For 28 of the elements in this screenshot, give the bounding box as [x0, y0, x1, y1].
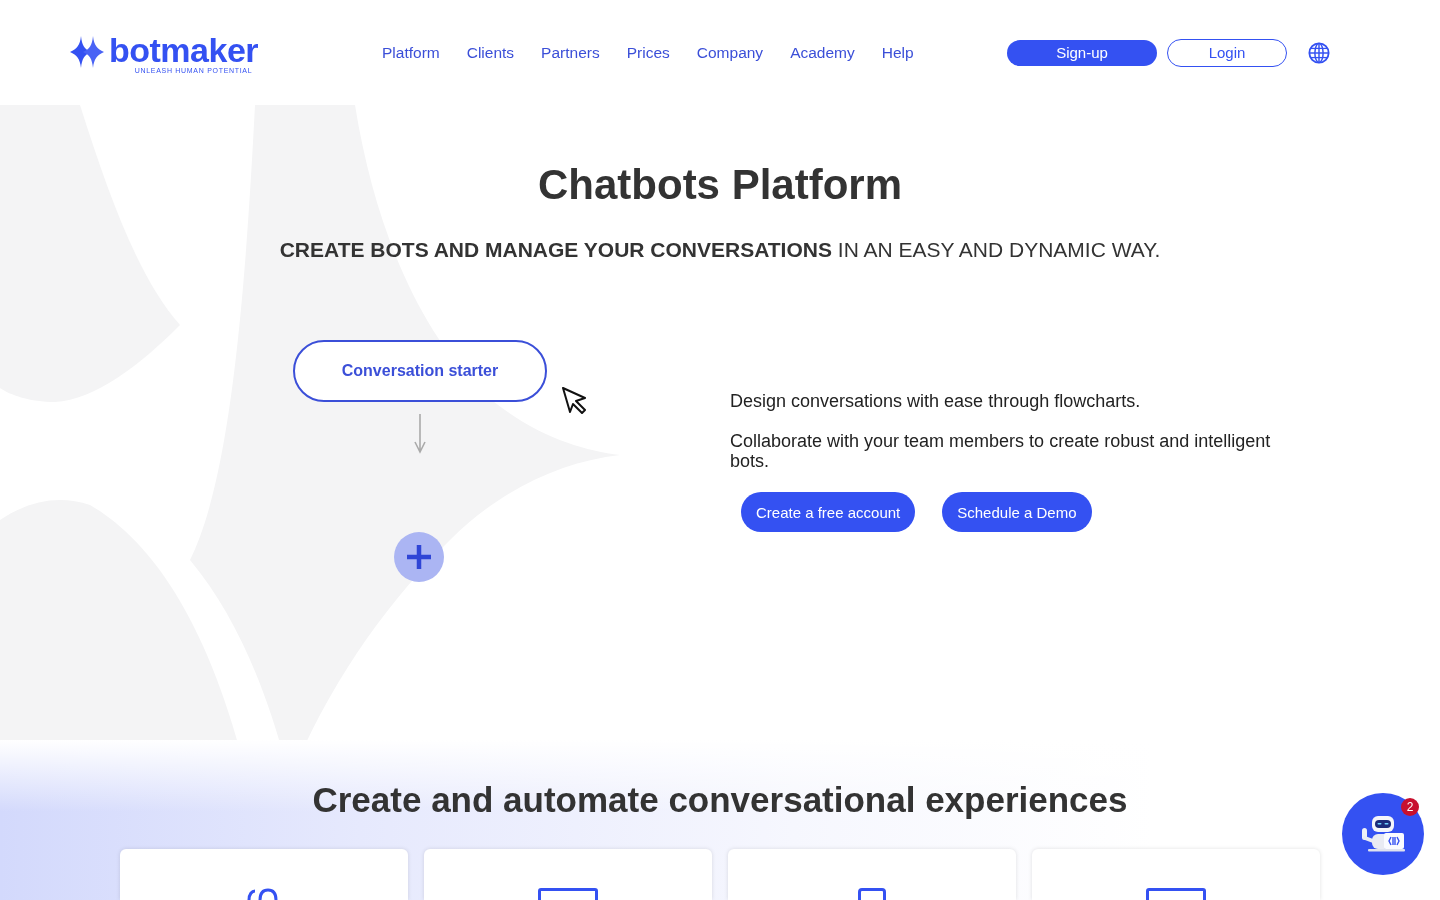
nav-link[interactable]: Clients [466, 43, 515, 62]
nav-link[interactable]: Prices [626, 43, 670, 62]
nav-link[interactable]: Partners [541, 43, 600, 62]
schedule-demo-button[interactable]: Schedule a Demo [942, 492, 1092, 532]
nav-link[interactable]: Academy [790, 43, 855, 62]
login-button[interactable]: Login [1167, 38, 1287, 67]
hero-title: Chatbots Platform [538, 161, 902, 209]
nav-link[interactable]: Company [696, 43, 764, 62]
description-text: Design conversations with ease through flowcharts. [730, 391, 1142, 411]
flow-node: Conversation starter [293, 340, 547, 402]
nav-link[interactable]: Platform [382, 43, 440, 62]
signup-button[interactable]: Sign-up [1007, 39, 1157, 66]
notification-badge: 2 [1401, 798, 1419, 816]
section-heading: Create and automate conversational experiences [312, 780, 1128, 820]
nav-link[interactable]: Help [881, 43, 914, 62]
cursor-icon [561, 386, 589, 414]
logo-wordmark[interactable]: botmaker [109, 35, 259, 65]
star-logo-icon[interactable] [70, 35, 104, 69]
monitor-icon [1146, 888, 1206, 900]
phone-icon [858, 888, 886, 900]
monitor-icon [538, 888, 598, 900]
create-account-button[interactable]: Create a free account [741, 492, 916, 532]
description-text: Collaborate with your team members to create robust and intelligent bots. [730, 431, 1272, 471]
connector-arrow [414, 414, 426, 454]
globe-icon[interactable] [1308, 41, 1330, 64]
hero-subtitle: CREATE BOTS AND MANAGE YOUR CONVERSATIONS IN AN EASY AND DYNAMIC WAY. [279, 238, 1161, 262]
add-icon [394, 532, 444, 582]
robot-icon [1360, 814, 1406, 854]
